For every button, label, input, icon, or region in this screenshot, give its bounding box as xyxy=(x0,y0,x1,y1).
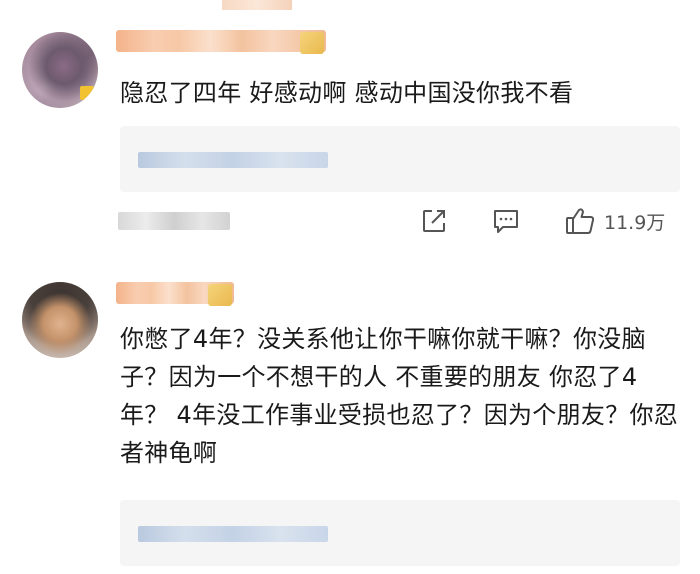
previous-comment-blur xyxy=(222,0,292,10)
reply-text-blurred xyxy=(138,152,328,168)
comment-icon xyxy=(491,207,521,235)
timestamp-blurred xyxy=(118,212,230,230)
share-icon xyxy=(420,207,448,235)
reply-preview[interactable] xyxy=(120,500,680,566)
share-button[interactable] xyxy=(420,206,448,236)
username-blurred[interactable] xyxy=(116,30,326,52)
comment-button[interactable] xyxy=(491,206,521,236)
vip-badge-icon xyxy=(300,32,324,54)
comment-text: 隐忍了四年 好感动啊 感动中国没你我不看 xyxy=(120,79,574,107)
vip-badge-icon xyxy=(208,284,232,306)
like-button[interactable]: 11.9万 xyxy=(564,206,665,236)
comment-text: 你憋了4年？没关系他让你干嘛你就干嘛？你没脑子？因为一个不想干的人 不重要的朋友… xyxy=(120,325,679,467)
reply-preview[interactable] xyxy=(120,126,680,192)
avatar[interactable] xyxy=(22,32,98,108)
thumbs-up-icon xyxy=(564,206,596,236)
reply-text-blurred xyxy=(138,526,328,542)
like-count: 11.9万 xyxy=(604,211,666,234)
avatar[interactable] xyxy=(22,282,98,358)
